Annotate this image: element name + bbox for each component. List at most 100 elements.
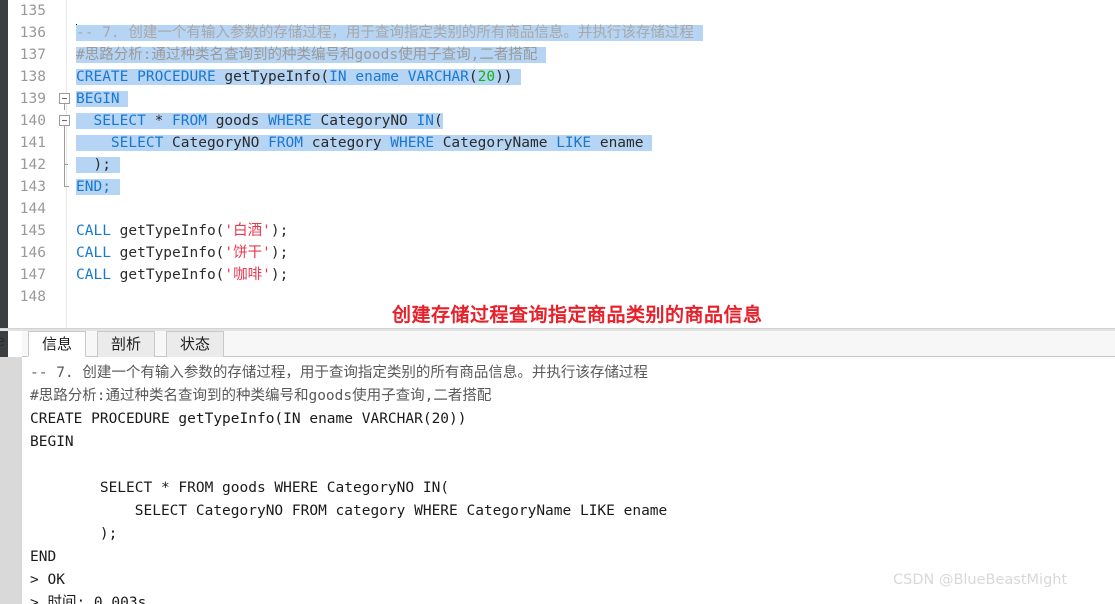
code-token: '白酒' [224, 223, 271, 239]
code-line[interactable]: 141 SELECT CategoryNO FROM category WHER… [8, 132, 1115, 154]
fold-marker-cell[interactable] [58, 0, 72, 22]
code-token: ); [270, 267, 289, 283]
output-line: -- 7. 创建一个有输入参数的存储过程，用于查询指定类别的所有商品信息。并执行… [30, 365, 648, 381]
line-number: 148 [8, 286, 52, 308]
output-line: SELECT * FROM goods WHERE CategoryNO IN( [30, 480, 450, 496]
sql-editor-pane[interactable]: 135 136 -- 7. 创建一个有输入参数的存储过程，用于查询指定类别的所有商品… [0, 0, 1115, 328]
code-token: -- 7. 创建一个有输入参数的存储过程，用于查询指定类别的所有商品信息。并执行… [76, 25, 703, 41]
line-number: 136 [8, 22, 52, 44]
code-text: SELECT * FROM goods WHERE CategoryNO IN( [76, 110, 443, 132]
code-token: CALL [76, 267, 120, 283]
code-line[interactable]: 145 CALL getTypeInfo('白酒'); [8, 220, 1115, 242]
fold-marker-cell[interactable] [58, 154, 72, 176]
code-token: ); [76, 157, 120, 173]
tab-info[interactable]: 信息 [28, 331, 87, 357]
code-token: CALL [76, 245, 120, 261]
code-text: #思路分析:通过种类名查询到的种类编号和goods使用子查询,二者搭配 [76, 44, 547, 66]
code-token: WHERE [390, 135, 443, 151]
fold-marker-cell[interactable] [58, 44, 72, 66]
code-token: * [154, 113, 173, 129]
fold-marker-cell[interactable] [58, 220, 72, 242]
red-annotation-label: 创建存储过程查询指定商品类别的商品信息 [392, 304, 763, 326]
fold-marker-cell[interactable] [58, 264, 72, 286]
code-line[interactable]: 143 END; [8, 176, 1115, 198]
code-token: IN ename VARCHAR [329, 69, 469, 85]
fold-guide-tick [64, 164, 68, 165]
output-line: BEGIN [30, 434, 74, 450]
code-token: '咖啡' [224, 267, 271, 283]
code-line[interactable]: 146 CALL getTypeInfo('饼干'); [8, 242, 1115, 264]
line-number: 135 [8, 0, 52, 22]
code-token: getTypeInfo( [119, 267, 225, 283]
code-token: )) [495, 69, 522, 85]
code-token: CREATE PROCEDURE [76, 69, 225, 85]
fold-marker-cell[interactable] [58, 110, 72, 132]
code-token: '饼干' [224, 245, 271, 261]
fold-marker-cell[interactable] [58, 242, 72, 264]
fold-guide-line [64, 154, 65, 176]
line-number: 138 [8, 66, 52, 88]
code-token: ); [270, 245, 289, 261]
line-number: 144 [8, 198, 52, 220]
output-line: #思路分析:通过种类名查询到的种类编号和goods使用子查询,二者搭配 [30, 388, 492, 404]
code-line[interactable]: 147 CALL getTypeInfo('咖啡'); [8, 264, 1115, 286]
code-token: ename [599, 135, 653, 151]
code-token: IN [416, 113, 434, 129]
code-token: category [311, 135, 391, 151]
results-tab-bar[interactable]: 信息 剖析 状态 [22, 331, 1115, 357]
code-token [76, 113, 94, 129]
code-text: CALL getTypeInfo('饼干'); [76, 242, 288, 264]
message-output-area[interactable]: -- 7. 创建一个有输入参数的存储过程，用于查询指定类别的所有商品信息。并执行… [22, 357, 1115, 604]
line-number: 142 [8, 154, 52, 176]
csdn-watermark: CSDN @BlueBeastMight [893, 572, 1068, 588]
code-token: WHERE [268, 113, 321, 129]
code-token: SELECT [93, 113, 155, 129]
code-text: CALL getTypeInfo('咖啡'); [76, 264, 288, 286]
code-token: BEGIN [76, 91, 129, 107]
fold-marker-cell[interactable] [58, 132, 72, 154]
output-line: ); [30, 526, 118, 542]
code-token: CategoryNO [172, 135, 269, 151]
editor-code-area[interactable]: 135 136 -- 7. 创建一个有输入参数的存储过程，用于查询指定类别的所有商品… [8, 0, 1115, 328]
code-token: getTypeInfo( [119, 223, 225, 239]
code-token: getTypeInfo( [224, 69, 330, 85]
tab-status[interactable]: 状态 [166, 331, 225, 357]
output-line: CREATE PROCEDURE getTypeInfo(IN ename VA… [30, 411, 467, 427]
results-pane: e 信息 剖析 状态 -- 7. 创建一个有输入参数的存储过程，用于查询指定类别的所… [0, 331, 1115, 604]
line-number: 147 [8, 264, 52, 286]
code-line[interactable]: 135 [8, 0, 1115, 22]
code-line[interactable]: 138 CREATE PROCEDURE getTypeInfo(IN ename… [8, 66, 1115, 88]
line-number: 145 [8, 220, 52, 242]
code-token: CALL [76, 223, 120, 239]
line-number: 141 [8, 132, 52, 154]
code-token: FROM [172, 113, 216, 129]
code-line[interactable]: 139 BEGIN [8, 88, 1115, 110]
output-line: SELECT CategoryNO FROM category WHERE Ca… [30, 503, 668, 519]
line-number: 139 [8, 88, 52, 110]
code-text: CALL getTypeInfo('白酒'); [76, 220, 288, 242]
code-token: 20 [477, 69, 496, 85]
code-line[interactable]: 142 ); [8, 154, 1115, 176]
editor-left-edge-strip [0, 0, 8, 328]
output-line: END [30, 549, 57, 565]
fold-marker-cell[interactable] [58, 22, 72, 44]
fold-collapse-icon[interactable] [59, 115, 70, 126]
tab-profile[interactable]: 剖析 [97, 331, 156, 357]
code-line[interactable]: 140 SELECT * FROM goods WHERE CategoryNO… [8, 110, 1115, 132]
code-token: CategoryNO [320, 113, 417, 129]
fold-marker-cell[interactable] [58, 198, 72, 220]
code-token: SELECT [110, 135, 173, 151]
line-number: 143 [8, 176, 52, 198]
fold-collapse-icon[interactable] [59, 93, 70, 104]
line-number: 146 [8, 242, 52, 264]
code-line[interactable]: 137 #思路分析:通过种类名查询到的种类编号和goods使用子查询,二者搭配 [8, 44, 1115, 66]
fold-marker-cell[interactable] [58, 66, 72, 88]
code-line[interactable]: 136 -- 7. 创建一个有输入参数的存储过程，用于查询指定类别的所有商品信息。… [8, 22, 1115, 44]
fold-marker-cell[interactable] [58, 286, 72, 308]
fold-marker-cell[interactable] [58, 88, 72, 110]
partial-cut-glyph: e [0, 333, 5, 350]
code-line[interactable]: 144 [8, 198, 1115, 220]
code-text: ); [76, 154, 120, 176]
fold-marker-cell[interactable] [58, 176, 72, 198]
